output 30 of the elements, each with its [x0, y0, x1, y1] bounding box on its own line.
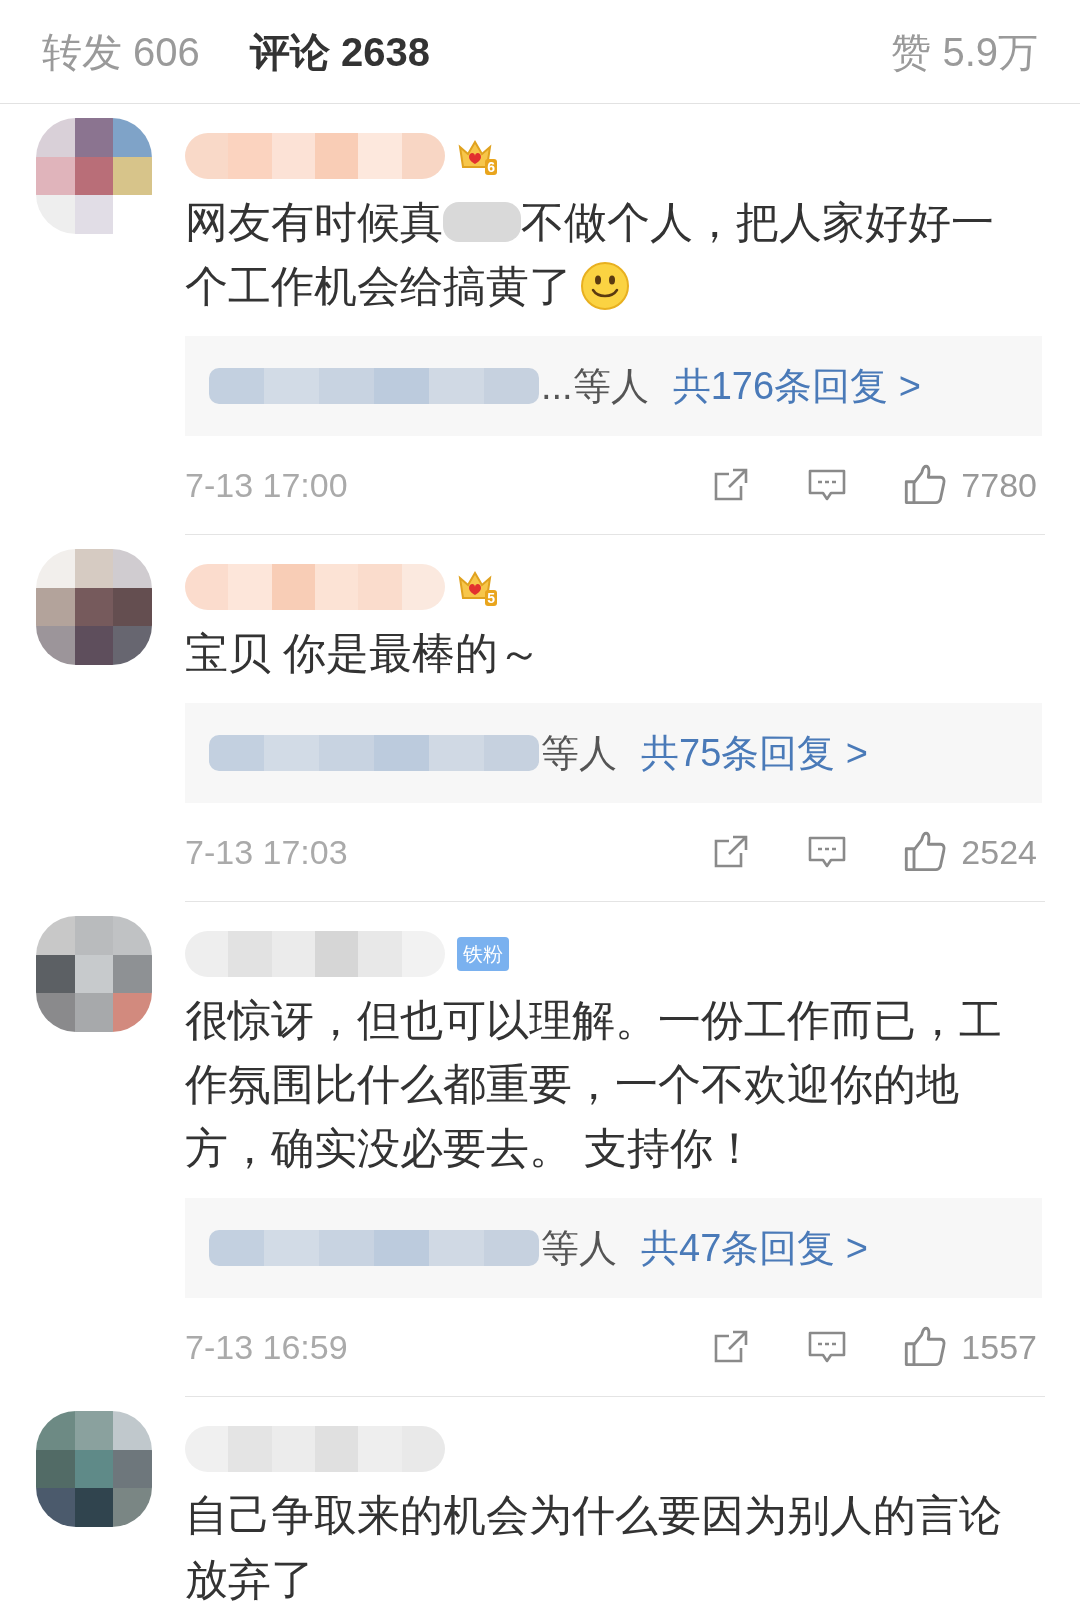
- replies-button[interactable]: 等人 共47条回复 >: [185, 1198, 1042, 1298]
- timestamp: 7-13 16:59: [185, 1326, 348, 1368]
- level-badge: 5: [485, 590, 497, 606]
- replies-button[interactable]: ...等人 共176条回复 >: [185, 336, 1042, 436]
- like-icon[interactable]: [903, 463, 948, 507]
- replies-button[interactable]: 等人 共75条回复 >: [185, 703, 1042, 803]
- level-badge: 6: [485, 159, 497, 175]
- like-icon[interactable]: [903, 1325, 948, 1369]
- replies-link[interactable]: 共47条回复 >: [641, 1219, 869, 1277]
- comment-text: 宝贝 你是最棒的～: [185, 629, 541, 677]
- fan-badge: 铁粉: [457, 937, 509, 971]
- comment-text: 很惊讶，但也可以理解。一份工作而已，工作氛围比什么都重要，一个不欢迎你的地方，确实没必要去。 支持你！: [185, 996, 1002, 1172]
- comment-text: 个工作机会给搞黄了: [185, 261, 572, 312]
- like-icon[interactable]: [903, 830, 948, 874]
- replies-link[interactable]: 共176条回复 >: [672, 357, 921, 415]
- timestamp: 7-13 17:00: [185, 464, 348, 506]
- timestamp: 7-13 17:03: [185, 831, 348, 873]
- like-count: 2524: [961, 831, 1038, 873]
- likes-tab[interactable]: 赞 5.9万: [891, 21, 1038, 82]
- replies-link[interactable]: 共75条回复 >: [641, 724, 869, 782]
- tab[interactable]: 转发 606: [42, 21, 200, 82]
- replies-suffix: 等人: [541, 730, 617, 776]
- like-count: 1557: [961, 1326, 1038, 1368]
- replies-suffix: 等人: [541, 1225, 617, 1271]
- comment-text: 网友有时候真: [185, 197, 443, 248]
- comment-text: 自己争取来的机会为什么要因为别人的言论放弃了: [185, 1491, 1002, 1603]
- tab[interactable]: 评论 2638: [249, 21, 430, 82]
- comment-text: 不做个人，把人家好好一: [521, 197, 994, 248]
- like-count: 7780: [961, 464, 1038, 506]
- replies-suffix: ...等人: [541, 363, 649, 409]
